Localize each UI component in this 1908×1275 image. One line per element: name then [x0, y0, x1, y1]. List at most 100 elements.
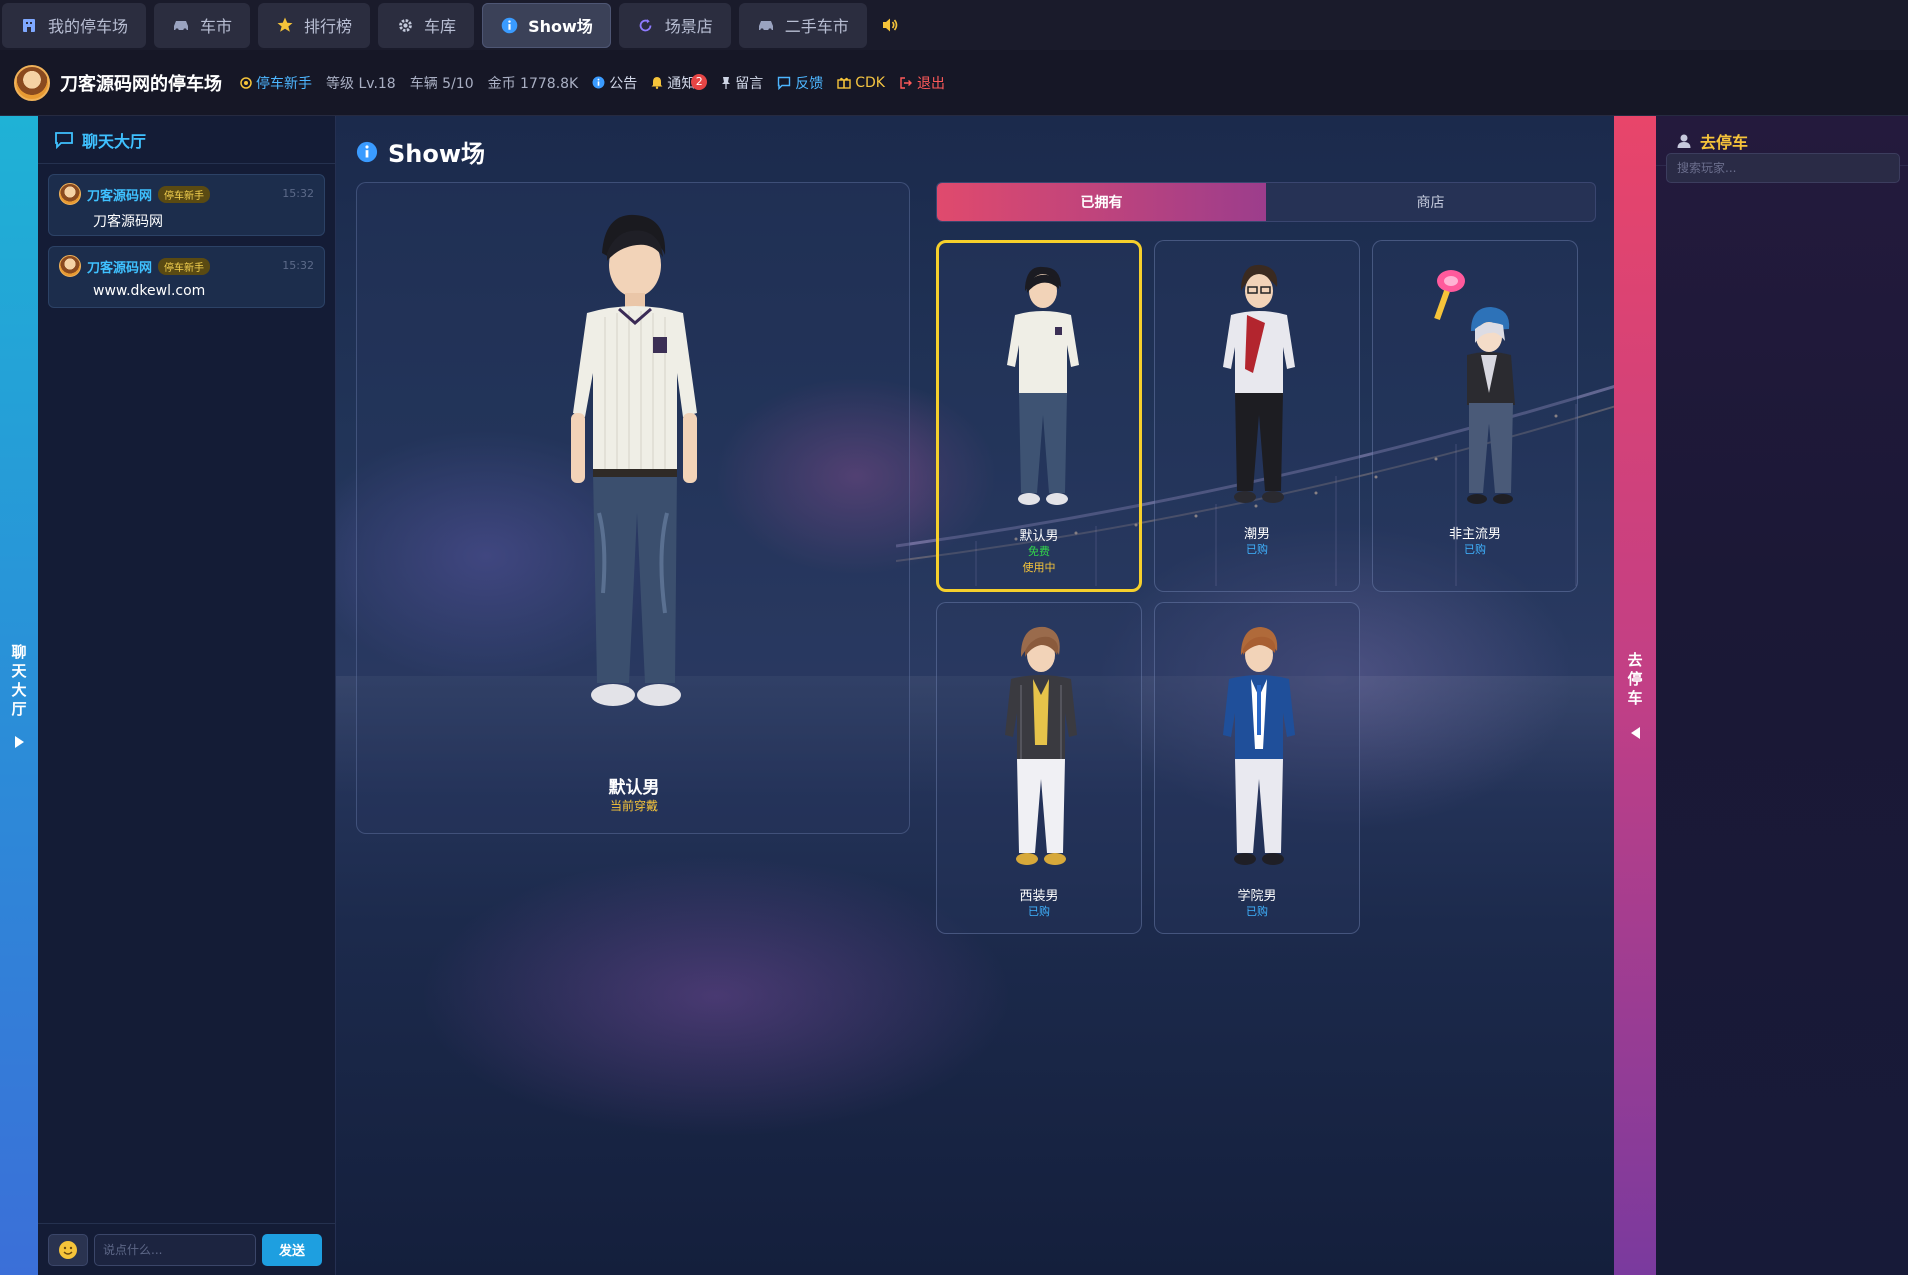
- outfit-name: 学院男: [1237, 889, 1277, 904]
- chat-message: 刀客源码网 停车新手 15:32 www.dkewl.com: [48, 246, 325, 308]
- tab-car-market[interactable]: 车市: [154, 2, 251, 48]
- rank-label: 停车新手: [256, 75, 312, 92]
- rank-badge: 停车新手: [240, 73, 312, 93]
- car-icon: [172, 16, 190, 34]
- outfit-trendy-male-figure: [1223, 264, 1295, 503]
- outfit-default-male-figure: [1007, 266, 1079, 505]
- page-title: Show场: [388, 140, 486, 168]
- outfit-college-male-figure: [1223, 627, 1295, 865]
- outfit-card[interactable]: 西装男 已购: [936, 602, 1142, 934]
- outfit-card[interactable]: 潮男 已购: [1154, 240, 1360, 592]
- chat-message: 刀客源码网 停车新手 15:32 刀客源码网: [48, 174, 325, 236]
- send-button[interactable]: 发送: [262, 1233, 322, 1266]
- avatar[interactable]: [14, 64, 50, 101]
- outfit-name: 潮男: [1243, 527, 1270, 542]
- info-bar: 刀客源码网的停车场 停车新手 等级 Lv.18 车辆 5/10 金币 1778.…: [0, 50, 1908, 116]
- tab-my-parking[interactable]: 我的停车场: [2, 2, 147, 48]
- cdk-link[interactable]: CDK: [837, 75, 885, 91]
- tab-label: 场景店: [664, 17, 713, 36]
- tab-garage[interactable]: 车库: [378, 2, 475, 48]
- speaker-icon[interactable]: [875, 10, 905, 40]
- notification-count-badge: 2: [691, 73, 708, 90]
- bell-icon: [651, 77, 663, 89]
- message-time: 15:32: [282, 187, 314, 200]
- tab-label: 车库: [424, 17, 457, 36]
- star-icon: [276, 16, 294, 34]
- outfit-name: 非主流男: [1448, 527, 1501, 542]
- tab-label: 车市: [200, 17, 233, 36]
- chat-toggle-tab[interactable]: 聊天大厅: [0, 116, 38, 1275]
- pin-icon: [722, 76, 731, 89]
- top-nav: 我的停车场 车市 排行榜 车库 Show场 场景店 二手车市: [0, 0, 1908, 50]
- parking-lot-title: 刀客源码网的停车场: [60, 73, 222, 95]
- comment-icon: [778, 76, 791, 90]
- park-panel: 去停车: [1656, 116, 1908, 1275]
- current-outfit-name: 默认男: [608, 778, 660, 798]
- message-username[interactable]: 刀客源码网: [87, 185, 152, 204]
- outfit-owned-label: 已购: [1246, 543, 1268, 556]
- feedback-label: 反馈: [795, 75, 824, 92]
- message-text: 刀客源码网: [93, 214, 163, 230]
- outfit-emo-male-figure: [1434, 270, 1515, 504]
- tab-shop[interactable]: 商店: [1266, 183, 1595, 221]
- info-icon: [356, 141, 378, 162]
- outfit-card[interactable]: 非主流男 已购: [1372, 240, 1578, 592]
- tab-label: 排行榜: [304, 17, 353, 36]
- chat-toggle-label: 聊天大厅: [9, 643, 28, 720]
- outfit-name: 西装男: [1019, 889, 1059, 904]
- level-text: 等级 Lv.18: [326, 75, 396, 92]
- message-username[interactable]: 刀客源码网: [87, 257, 152, 276]
- outfit-card[interactable]: 学院男 已购: [1154, 602, 1360, 934]
- current-outfit-status: 当前穿戴: [609, 799, 658, 813]
- smiley-icon: [59, 1240, 77, 1259]
- tab-show[interactable]: Show场: [482, 2, 611, 48]
- tab-ranking[interactable]: 排行榜: [258, 2, 371, 48]
- avatar[interactable]: [59, 183, 81, 205]
- building-icon: [20, 16, 38, 34]
- notice-link[interactable]: 公告: [592, 73, 637, 93]
- avatar[interactable]: [59, 255, 81, 277]
- chat-bubble-icon: [55, 131, 73, 149]
- gift-icon: [837, 77, 851, 89]
- chat-input-bar: 发送: [38, 1223, 336, 1275]
- message-time: 15:32: [282, 259, 314, 272]
- outfit-name: 默认男: [1019, 529, 1059, 544]
- rank-badge: 停车新手: [158, 185, 211, 203]
- chat-header: 聊天大厅: [38, 116, 335, 164]
- collapse-arrow-icon: [1630, 727, 1640, 739]
- gear-icon: [396, 16, 414, 34]
- park-toggle-tab[interactable]: 去停车: [1614, 116, 1656, 1275]
- message-link[interactable]: 留言: [721, 73, 763, 93]
- tab-owned[interactable]: 已拥有: [937, 183, 1266, 221]
- chat-message-input[interactable]: [94, 1233, 256, 1266]
- tab-used-car-market[interactable]: 二手车市: [738, 2, 867, 48]
- feedback-link[interactable]: 反馈: [777, 73, 823, 93]
- player-search-input[interactable]: [1666, 153, 1900, 183]
- cdk-label: CDK: [855, 74, 885, 91]
- info-icon: [592, 76, 605, 89]
- notice-label: 公告: [609, 75, 638, 92]
- notification-link[interactable]: 通知 2: [651, 73, 708, 93]
- rank-badge: 停车新手: [158, 257, 211, 275]
- tab-scene-shop[interactable]: 场景店: [618, 2, 731, 48]
- logout-label: 退出: [916, 75, 945, 92]
- expand-arrow-icon: [14, 735, 24, 748]
- avatar-preview-panel: 默认男 当前穿戴: [356, 182, 910, 834]
- message-text: www.dkewl.com: [93, 283, 206, 299]
- logout-link[interactable]: 退出: [899, 73, 945, 93]
- outfit-tabs: 已拥有 商店: [936, 182, 1596, 222]
- car-icon: [757, 16, 775, 34]
- coins-balance: 金币 1778.8K: [487, 75, 579, 92]
- emoji-button[interactable]: [48, 1233, 88, 1266]
- tab-label: 二手车市: [784, 17, 849, 36]
- park-toggle-label: 去停车: [1625, 652, 1644, 709]
- outfit-owned-label: 已购: [1464, 543, 1486, 556]
- park-panel-title: 去停车: [1700, 132, 1749, 152]
- user-icon: [1677, 134, 1691, 148]
- outfit-owned-label: 已购: [1246, 905, 1268, 918]
- chat-panel: 聊天大厅 刀客源码网 停车新手 15:32 刀客源码网 刀客源码网 停车新手 1…: [38, 116, 336, 1275]
- outfit-in-use-label: 使用中: [1022, 561, 1056, 574]
- outfit-owned-label: 已购: [1028, 905, 1050, 918]
- avatar-preview-figure: [571, 214, 697, 706]
- outfit-card[interactable]: 默认男 免费 使用中: [936, 240, 1142, 592]
